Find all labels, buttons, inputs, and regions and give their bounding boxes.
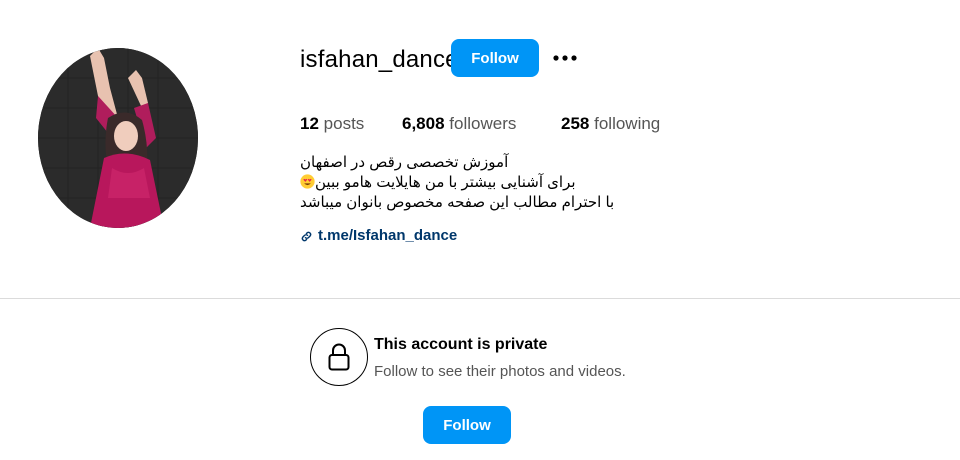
profile-avatar[interactable]	[38, 48, 198, 228]
following-stat[interactable]: 258 following	[561, 113, 660, 135]
bio-line-1: آموزش تخصصی رقص در اصفهان	[300, 153, 630, 173]
lock-icon	[328, 343, 350, 371]
bio-line-3: با احترام مطالب این صفحه مخصوص بانوان می…	[300, 193, 630, 213]
profile-bio: آموزش تخصصی رقص در اصفهان برای آشنایی بی…	[300, 153, 630, 213]
more-options-icon[interactable]	[551, 48, 579, 68]
bio-link[interactable]: t.me/Isfahan_dance	[300, 226, 457, 246]
posts-label: posts	[323, 114, 365, 133]
profile-stats: 12 posts 6,808 followers 258 following	[300, 113, 960, 135]
bio-line-3-text: با احترام مطالب این صفحه مخصوص بانوان می…	[300, 194, 615, 211]
followers-count: 6,808	[402, 114, 445, 133]
bio-link-text: t.me/Isfahan_dance	[318, 227, 458, 244]
posts-stat: 12 posts	[300, 113, 364, 135]
followers-stat[interactable]: 6,808 followers	[402, 113, 516, 135]
lock-icon-circle	[310, 328, 368, 386]
bio-line-2-text: برای آشنایی بیشتر با من هایلایت هامو ببی…	[315, 174, 576, 191]
profile-photo	[38, 48, 198, 228]
posts-count: 12	[300, 114, 319, 133]
link-icon	[301, 231, 312, 241]
private-account-subtitle: Follow to see their photos and videos.	[374, 363, 626, 380]
profile-username: isfahan_dance	[300, 46, 459, 73]
section-divider	[0, 298, 960, 299]
bio-line-1-text: آموزش تخصصی رقص در اصفهان	[300, 154, 509, 171]
follow-button-bottom[interactable]: Follow	[423, 406, 511, 444]
bio-line-2: برای آشنایی بیشتر با من هایلایت هامو ببی…	[300, 173, 630, 193]
private-account-title: This account is private	[374, 336, 548, 353]
following-count: 258	[561, 114, 590, 133]
more-options-icon-glyph	[553, 55, 577, 61]
following-label: following	[594, 114, 661, 133]
followers-label: followers	[449, 114, 517, 133]
follow-button[interactable]: Follow	[451, 39, 539, 77]
smiling-face-with-heart-eyes-icon	[300, 174, 315, 189]
